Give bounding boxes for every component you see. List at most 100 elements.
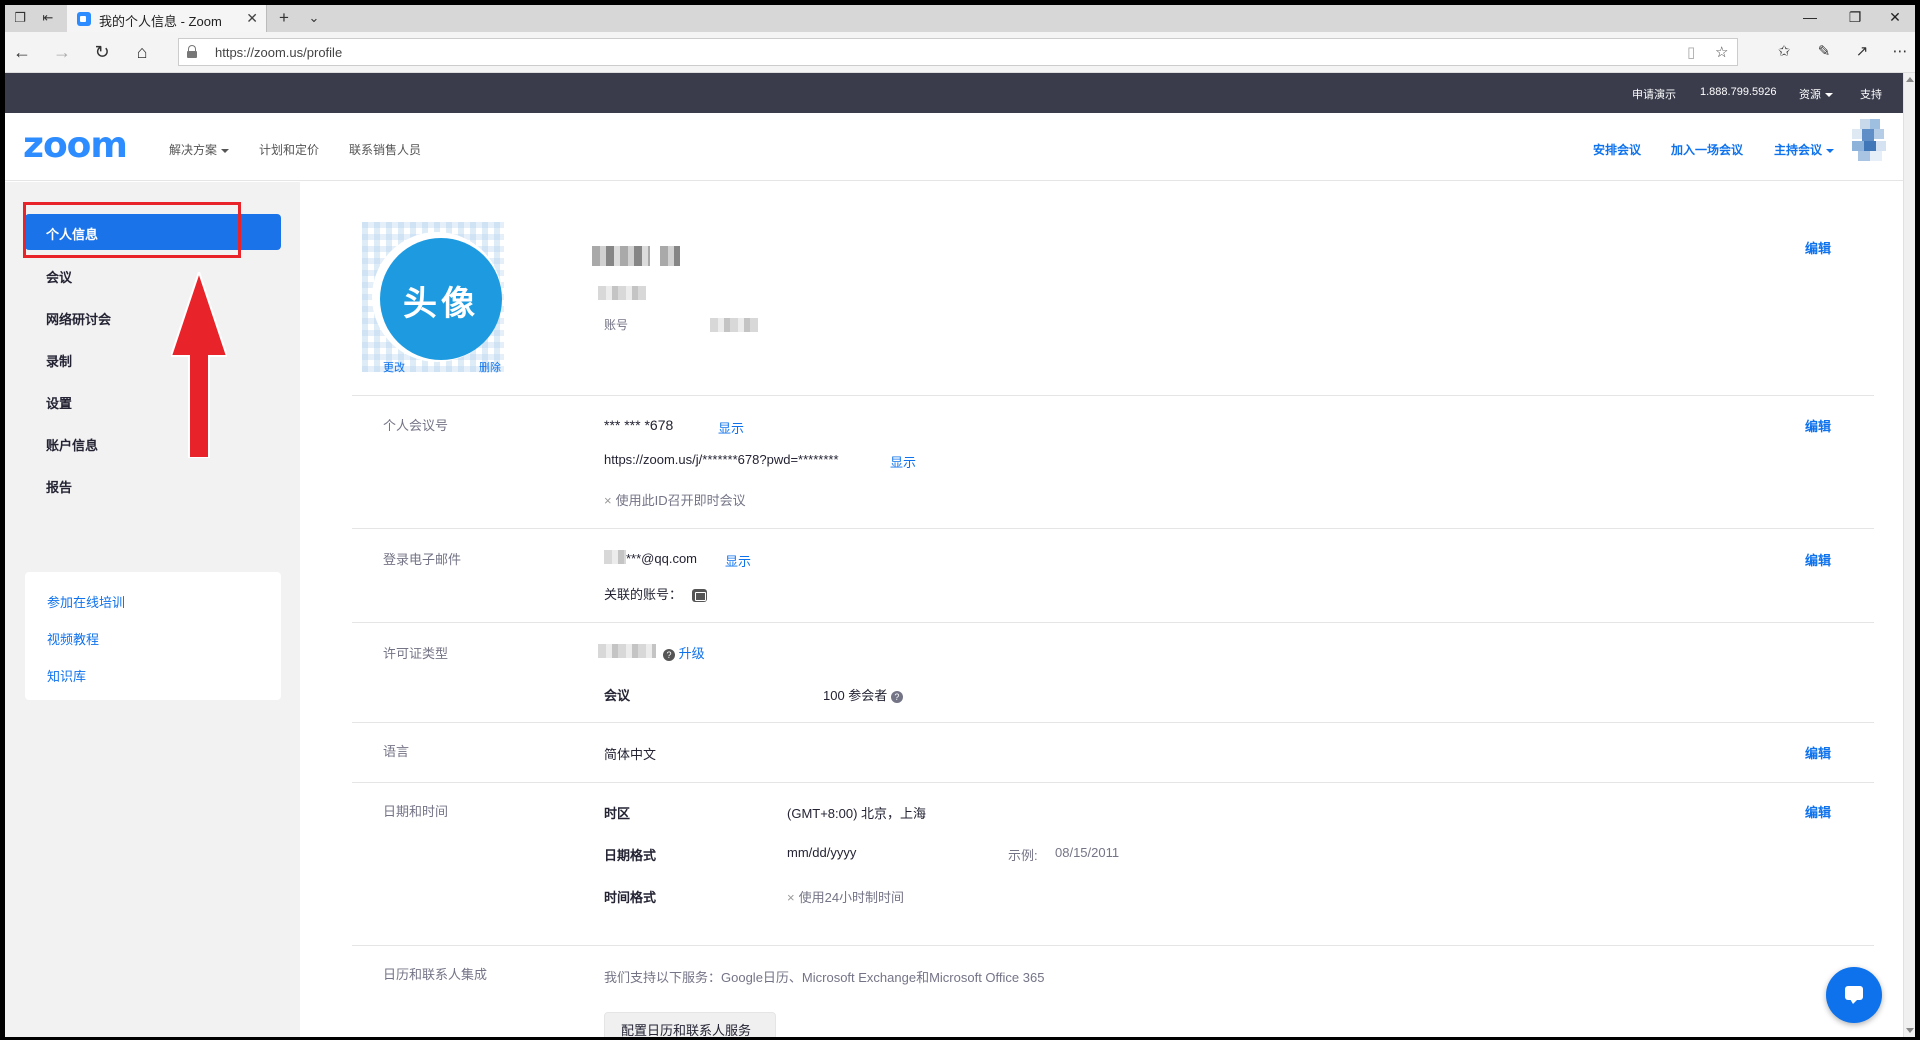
avatar-text: 头像 xyxy=(403,285,479,323)
pmi-url: https://zoom.us/j/*******678?pwd=*******… xyxy=(604,452,839,467)
host-meeting-menu[interactable]: 主持会议 xyxy=(1774,141,1835,158)
divider xyxy=(352,782,1874,783)
time-format-text: 使用24小时制时间 xyxy=(798,890,905,905)
sidebar-item-settings[interactable]: 设置 xyxy=(46,393,72,412)
edit-datetime-button[interactable]: 编辑 xyxy=(1805,802,1831,821)
chevron-down-icon xyxy=(221,148,230,153)
participants-text: 100 参会者 xyxy=(823,688,888,703)
restore-icon[interactable]: ❐ xyxy=(1845,9,1865,26)
favorites-icon[interactable]: ✩ xyxy=(1773,42,1795,62)
home-icon[interactable]: ⌂ xyxy=(131,42,153,62)
user-avatar[interactable] xyxy=(1852,119,1888,163)
schedule-meeting-link[interactable]: 安排会议 xyxy=(1593,141,1641,158)
online-training-link[interactable]: 参加在线培训 xyxy=(47,592,125,611)
sidebar-item-meetings[interactable]: 会议 xyxy=(46,267,72,286)
edit-name-button[interactable]: 编辑 xyxy=(1805,238,1831,257)
sidebar-item-webinars[interactable]: 网络研讨会 xyxy=(46,309,111,328)
browser-tab[interactable]: 我的个人信息 - Zoom ✕ xyxy=(67,5,267,32)
configure-calendar-button[interactable]: 配置日历和联系人服务 xyxy=(604,1012,776,1037)
tab-actions-icon[interactable]: ❐ xyxy=(11,10,29,26)
divider xyxy=(352,395,1874,396)
timezone-value: (GMT+8:00) 北京，上海 xyxy=(787,806,927,821)
sidebar-help-card: 参加在线培训 视频教程 知识库 xyxy=(25,572,281,700)
scroll-down-icon[interactable] xyxy=(1906,1028,1914,1033)
email-redacted xyxy=(604,550,626,564)
nav-solutions-label: 解决方案 xyxy=(169,143,218,157)
pmi-instant-option: × 使用此ID召开即时会议 xyxy=(604,490,746,509)
zoom-logo[interactable]: zoom xyxy=(23,125,128,166)
delete-avatar-link[interactable]: 删除 xyxy=(479,359,501,375)
sidebar-item-account[interactable]: 账户信息 xyxy=(46,435,98,454)
show-email-link[interactable]: 显示 xyxy=(725,551,751,570)
favorite-star-icon[interactable]: ☆ xyxy=(1715,43,1728,61)
nav-plans-pricing[interactable]: 计划和定价 xyxy=(259,141,319,158)
pen-icon[interactable]: ✎ xyxy=(1813,42,1835,62)
date-format-value: mm/dd/yyyy xyxy=(787,845,857,860)
divider xyxy=(352,528,1874,529)
profile-avatar[interactable]: 头像 xyxy=(380,238,502,360)
meeting-label: 会议 xyxy=(604,688,631,703)
tab-title: 我的个人信息 - Zoom xyxy=(99,14,222,29)
date-format-label: 日期格式 xyxy=(604,848,657,863)
sidebar-item-reports[interactable]: 报告 xyxy=(46,477,72,496)
name-redacted xyxy=(592,246,650,266)
resources-menu[interactable]: 资源 xyxy=(1799,86,1833,102)
request-demo-link[interactable]: 申请演示 xyxy=(1632,86,1676,102)
refresh-icon[interactable]: ↻ xyxy=(91,42,113,62)
phone-number[interactable]: 1.888.799.5926 xyxy=(1700,86,1776,98)
help-icon[interactable]: ? xyxy=(890,690,903,703)
tab-preview-icon[interactable]: ⌄ xyxy=(305,10,323,26)
language-value: 简体中文 xyxy=(604,747,657,762)
tab-bar: ❐ ⇤ 我的个人信息 - Zoom ✕ + ⌄ — ❐ ✕ xyxy=(5,5,1915,32)
license-redacted xyxy=(598,644,656,658)
new-tab-icon[interactable]: + xyxy=(275,9,293,26)
edit-email-button[interactable]: 编辑 xyxy=(1805,550,1831,569)
show-pmi-url-link[interactable]: 显示 xyxy=(890,452,916,471)
more-icon[interactable]: ⋯ xyxy=(1889,42,1911,62)
reading-view-icon[interactable]: ▯ xyxy=(1687,43,1695,61)
window-close-icon[interactable]: ✕ xyxy=(1885,9,1905,26)
join-meeting-link[interactable]: 加入一场会议 xyxy=(1671,141,1743,158)
video-tutorials-link[interactable]: 视频教程 xyxy=(47,629,99,648)
knowledge-base-link[interactable]: 知识库 xyxy=(47,666,86,685)
divider xyxy=(352,722,1874,723)
edit-language-button[interactable]: 编辑 xyxy=(1805,743,1831,762)
account-redacted xyxy=(710,318,758,332)
sidebar: 个人信息 会议 网络研讨会 录制 设置 账户信息 报告 参加在线培训 视频教程 … xyxy=(5,182,300,1037)
x-icon: × xyxy=(604,493,612,508)
calendar-label: 日历和联系人集成 xyxy=(383,967,488,982)
date-example-label: 示例: xyxy=(1008,848,1038,863)
nav-contact-sales[interactable]: 联系销售人员 xyxy=(349,141,421,158)
close-tab-icon[interactable]: ✕ xyxy=(246,10,258,27)
change-avatar-link[interactable]: 更改 xyxy=(383,359,405,375)
email-label: 登录电子邮件 xyxy=(383,552,462,567)
sidebar-item-recordings[interactable]: 录制 xyxy=(46,351,72,370)
linked-accounts: 关联的账号： xyxy=(604,584,708,603)
account-label: 账号 xyxy=(604,318,629,332)
license-label: 许可证类型 xyxy=(383,646,449,661)
participants-value: 100 参会者 ? xyxy=(823,685,903,704)
share-icon[interactable]: ↗ xyxy=(1851,42,1873,62)
url-field[interactable]: https://zoom.us/profile ▯ ☆ xyxy=(178,38,1738,66)
language-label: 语言 xyxy=(383,744,410,759)
edit-pmi-button[interactable]: 编辑 xyxy=(1805,416,1831,435)
linked-accounts-label: 关联的账号： xyxy=(604,587,683,602)
nav-solutions[interactable]: 解决方案 xyxy=(169,141,230,158)
forward-icon[interactable]: → xyxy=(51,42,73,62)
show-pmi-link[interactable]: 显示 xyxy=(718,418,744,437)
host-meeting-label: 主持会议 xyxy=(1774,143,1823,157)
set-aside-tabs-icon[interactable]: ⇤ xyxy=(39,10,57,26)
pmi-value: *** *** *678 xyxy=(604,417,674,433)
highlight-box xyxy=(23,202,241,258)
divider xyxy=(352,945,1874,946)
page-scrollbar[interactable] xyxy=(1903,73,1915,1037)
date-example-value: 08/15/2011 xyxy=(1055,845,1120,860)
upgrade-link[interactable]: ? 升级 xyxy=(663,643,705,662)
chat-bubble-icon[interactable] xyxy=(1826,967,1882,1023)
back-icon[interactable]: ← xyxy=(11,42,33,62)
support-link[interactable]: 支持 xyxy=(1860,86,1882,102)
scroll-up-icon[interactable] xyxy=(1906,77,1914,82)
x-icon: × xyxy=(787,890,795,905)
chevron-down-icon xyxy=(1826,148,1835,153)
minimize-icon[interactable]: — xyxy=(1800,9,1820,25)
